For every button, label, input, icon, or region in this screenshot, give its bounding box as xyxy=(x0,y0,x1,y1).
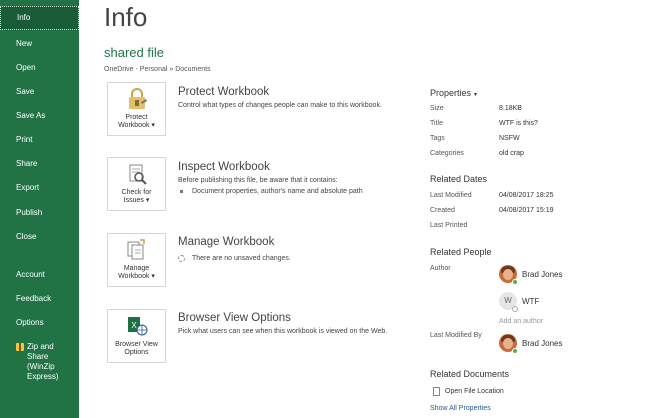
nav-export[interactable]: Export xyxy=(0,183,79,193)
manage-workbook-title: Manage Workbook xyxy=(178,236,275,248)
lock-key-icon xyxy=(126,88,148,110)
svg-text:X: X xyxy=(131,321,137,330)
properties-panel: Properties ▾ Size 8.18KB Title WTF is thi… xyxy=(430,0,591,418)
check-for-issues-button[interactable]: Check for Issues ▾ xyxy=(107,157,166,211)
property-label-tags: Tags xyxy=(430,135,445,142)
inspect-workbook-description: Before publishing this file, be aware th… xyxy=(178,177,338,184)
last-modified-by-label: Last Modified By xyxy=(430,332,482,339)
author-name[interactable]: Brad Jones xyxy=(522,270,562,279)
no-changes-icon xyxy=(178,255,185,262)
manage-workbook-button-label: Manage Workbook ▾ xyxy=(118,265,155,280)
date-label-created: Created xyxy=(430,207,455,214)
property-label-categories: Categories xyxy=(430,150,464,157)
inspect-bullet-text: Document properties, author's name and a… xyxy=(192,188,363,195)
page-title: Info xyxy=(104,2,148,32)
presence-offline-icon xyxy=(512,306,518,312)
nav-zip-and-share[interactable]: Zip and Share (WinZip Express) xyxy=(0,342,79,382)
nav-open[interactable]: Open xyxy=(0,63,79,73)
property-value-title[interactable]: WTF is this? xyxy=(499,120,538,127)
manage-workbook-status: There are no unsaved changes. xyxy=(178,255,291,262)
manage-workbook-icon xyxy=(126,239,148,261)
avatar-face xyxy=(503,338,513,349)
protect-workbook-title: Protect Workbook xyxy=(178,86,270,98)
winzip-icon xyxy=(16,343,24,351)
avatar-face xyxy=(503,269,513,280)
related-dates-heading: Related Dates xyxy=(430,174,488,184)
presence-online-icon xyxy=(512,279,518,285)
nav-close[interactable]: Close xyxy=(0,232,79,242)
property-value-size: 8.18KB xyxy=(499,105,522,112)
date-label-last-printed: Last Printed xyxy=(430,222,468,229)
properties-heading-label: Properties xyxy=(430,88,472,98)
manage-workbook-description: There are no unsaved changes. xyxy=(192,255,291,262)
nav-share[interactable]: Share xyxy=(0,159,79,169)
nav-save-as[interactable]: Save As xyxy=(0,111,79,121)
nav-info[interactable]: Info xyxy=(0,6,79,30)
last-modified-by-name[interactable]: Brad Jones xyxy=(522,339,562,348)
author-name[interactable]: WTF xyxy=(522,297,539,306)
open-file-location-link[interactable]: Open File Location xyxy=(433,387,504,396)
inspect-workbook-bullet: Document properties, author's name and a… xyxy=(178,188,363,195)
browser-view-options-title: Browser View Options xyxy=(178,312,291,324)
properties-heading[interactable]: Properties ▾ xyxy=(430,88,477,98)
date-value-created: 04/08/2017 15:19 xyxy=(499,207,554,214)
nav-print[interactable]: Print xyxy=(0,135,79,145)
date-label-last-modified: Last Modified xyxy=(430,192,472,199)
open-file-location-label: Open File Location xyxy=(445,388,504,395)
bullet-icon xyxy=(180,190,183,193)
related-documents-heading: Related Documents xyxy=(430,369,510,379)
browser-view-options-description: Pick what users can see when this workbo… xyxy=(178,328,388,335)
manage-workbook-button[interactable]: Manage Workbook ▾ xyxy=(107,233,166,287)
chevron-down-icon: ▾ xyxy=(474,92,478,98)
browser-view-options-button-label: Browser View Options xyxy=(115,341,158,356)
nav-feedback[interactable]: Feedback xyxy=(0,294,79,304)
file-name: shared file xyxy=(104,45,164,60)
document-icon xyxy=(433,387,440,396)
browser-view-icon: X xyxy=(126,315,148,337)
info-main: Info shared file OneDrive - Personal » D… xyxy=(79,0,670,418)
related-people-heading: Related People xyxy=(430,247,492,257)
nav-save[interactable]: Save xyxy=(0,87,79,97)
nav-zip-label: Zip and Share (WinZip Express) xyxy=(27,342,59,381)
property-label-title: Title xyxy=(430,120,443,127)
date-value-last-modified: 04/08/2017 18:25 xyxy=(499,192,554,199)
nav-account[interactable]: Account xyxy=(0,270,79,280)
nav-new[interactable]: New xyxy=(0,39,79,49)
check-for-issues-button-label: Check for Issues ▾ xyxy=(121,189,152,204)
breadcrumb[interactable]: OneDrive - Personal » Documents xyxy=(104,66,211,73)
inspect-workbook-title: Inspect Workbook xyxy=(178,161,270,173)
browser-view-options-button[interactable]: X Browser View Options xyxy=(107,309,166,363)
property-value-categories[interactable]: old crap xyxy=(499,150,524,157)
presence-online-icon xyxy=(512,348,518,354)
backstage-sidebar: Info New Open Save Save As Print Share E… xyxy=(0,0,79,418)
property-label-size: Size xyxy=(430,105,444,112)
protect-workbook-button-label: Protect Workbook ▾ xyxy=(118,114,155,129)
protect-workbook-description: Control what types of changes people can… xyxy=(178,102,382,109)
inspect-document-icon xyxy=(126,163,148,185)
nav-publish[interactable]: Publish xyxy=(0,208,79,218)
add-author-input[interactable]: Add an author xyxy=(499,318,543,325)
property-value-tags[interactable]: NSFW xyxy=(499,135,520,142)
protect-workbook-button[interactable]: Protect Workbook ▾ xyxy=(107,82,166,136)
nav-options[interactable]: Options xyxy=(0,318,79,328)
show-all-properties-link[interactable]: Show All Properties xyxy=(430,405,491,412)
author-label: Author xyxy=(430,265,451,272)
